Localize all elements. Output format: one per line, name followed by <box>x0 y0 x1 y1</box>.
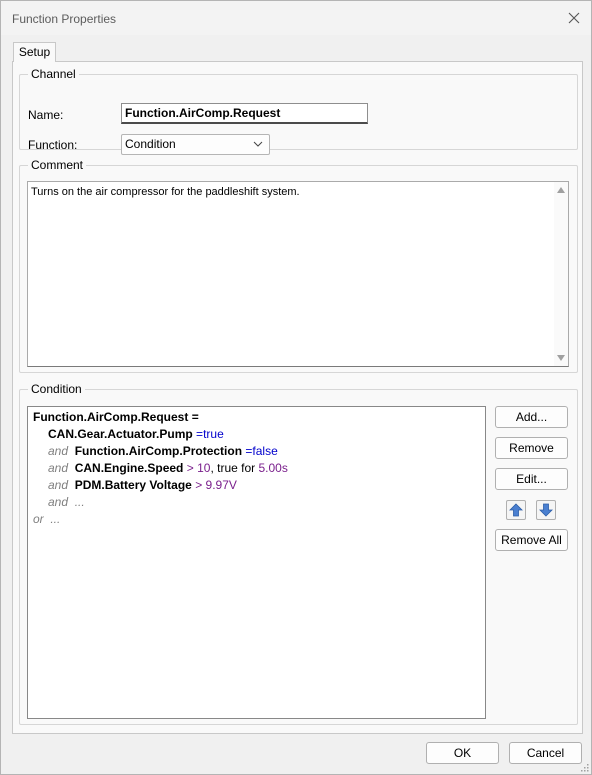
move-down-button[interactable] <box>536 500 556 520</box>
cancel-button[interactable]: Cancel <box>509 742 582 764</box>
comment-group-title: Comment <box>28 158 87 172</box>
name-field[interactable]: Function.AirComp.Request <box>121 103 368 124</box>
comment-textarea[interactable]: Turns on the air compressor for the padd… <box>27 181 569 367</box>
tab-setup[interactable]: Setup <box>13 42 56 62</box>
condition-equals: = <box>191 410 199 424</box>
channel-group: Channel Name: Function.AirComp.Request F… <box>19 67 578 155</box>
comment-text: Turns on the air compressor for the padd… <box>31 186 300 198</box>
condition-channel: CAN.Gear.Actuator.Pump <box>48 427 193 441</box>
add-button[interactable]: Add... <box>495 406 568 428</box>
condition-placeholder: ... <box>74 495 85 509</box>
condition-extra: , true for <box>210 461 256 475</box>
resize-grip-icon[interactable] <box>579 762 589 772</box>
condition-line-placeholder[interactable]: and ... <box>48 495 85 509</box>
condition-group-title: Condition <box>28 382 85 396</box>
condition-value: true <box>203 427 224 441</box>
scroll-up-icon[interactable] <box>557 187 565 193</box>
condition-editor[interactable]: Function.AirComp.Request = CAN.Gear.Actu… <box>27 406 486 719</box>
comment-group: Comment Turns on the air compressor for … <box>19 158 578 373</box>
condition-group: Condition Function.AirComp.Request = CAN… <box>19 382 578 725</box>
condition-placeholder: ... <box>50 512 61 526</box>
condition-keyword: and <box>48 444 69 458</box>
close-icon <box>568 12 580 24</box>
remove-all-button[interactable]: Remove All <box>495 529 568 551</box>
setup-tab-panel: Channel Name: Function.AirComp.Request F… <box>12 61 583 734</box>
condition-line[interactable]: and CAN.Engine.Speed > 10, true for 5.00… <box>48 461 288 475</box>
title-bar: Function Properties <box>1 1 591 35</box>
scroll-down-icon[interactable] <box>557 355 565 361</box>
condition-operator: > <box>186 461 194 475</box>
comment-scrollbar[interactable] <box>554 182 568 366</box>
window-title: Function Properties <box>12 12 117 26</box>
arrow-up-icon <box>509 503 523 517</box>
function-label: Function: <box>28 138 78 152</box>
condition-operator: > <box>195 478 203 492</box>
condition-line[interactable]: CAN.Gear.Actuator.Pump =true <box>48 427 224 441</box>
condition-keyword: and <box>48 478 69 492</box>
condition-channel: PDM.Battery Voltage <box>74 478 192 492</box>
channel-group-title: Channel <box>28 67 79 81</box>
condition-keyword: or <box>33 512 44 526</box>
condition-value: false <box>252 444 278 458</box>
condition-keyword: and <box>48 461 69 475</box>
condition-value: 9.97V <box>205 478 237 492</box>
condition-operator: = <box>196 427 204 441</box>
function-select-value: Condition <box>125 137 176 151</box>
function-properties-dialog: Function Properties Setup Channel Name: … <box>0 0 592 775</box>
chevron-down-icon <box>253 141 263 147</box>
condition-channel: CAN.Engine.Speed <box>74 461 184 475</box>
close-button[interactable] <box>563 7 585 29</box>
condition-line-placeholder[interactable]: or ... <box>33 512 60 526</box>
arrow-down-icon <box>539 503 553 517</box>
condition-line[interactable]: and PDM.Battery Voltage > 9.97V <box>48 478 237 492</box>
remove-button[interactable]: Remove <box>495 437 568 459</box>
move-up-button[interactable] <box>506 500 526 520</box>
edit-button[interactable]: Edit... <box>495 468 568 490</box>
condition-target: Function.AirComp.Request <box>33 410 189 424</box>
condition-keyword: and <box>48 495 69 509</box>
condition-duration: 5.00s <box>258 461 288 475</box>
condition-header-line: Function.AirComp.Request = <box>33 410 199 424</box>
name-label: Name: <box>28 108 64 122</box>
condition-channel: Function.AirComp.Protection <box>74 444 243 458</box>
condition-value: 10 <box>197 461 211 475</box>
function-select[interactable]: Condition <box>121 134 270 155</box>
ok-button[interactable]: OK <box>426 742 499 764</box>
condition-line[interactable]: and Function.AirComp.Protection =false <box>48 444 278 458</box>
